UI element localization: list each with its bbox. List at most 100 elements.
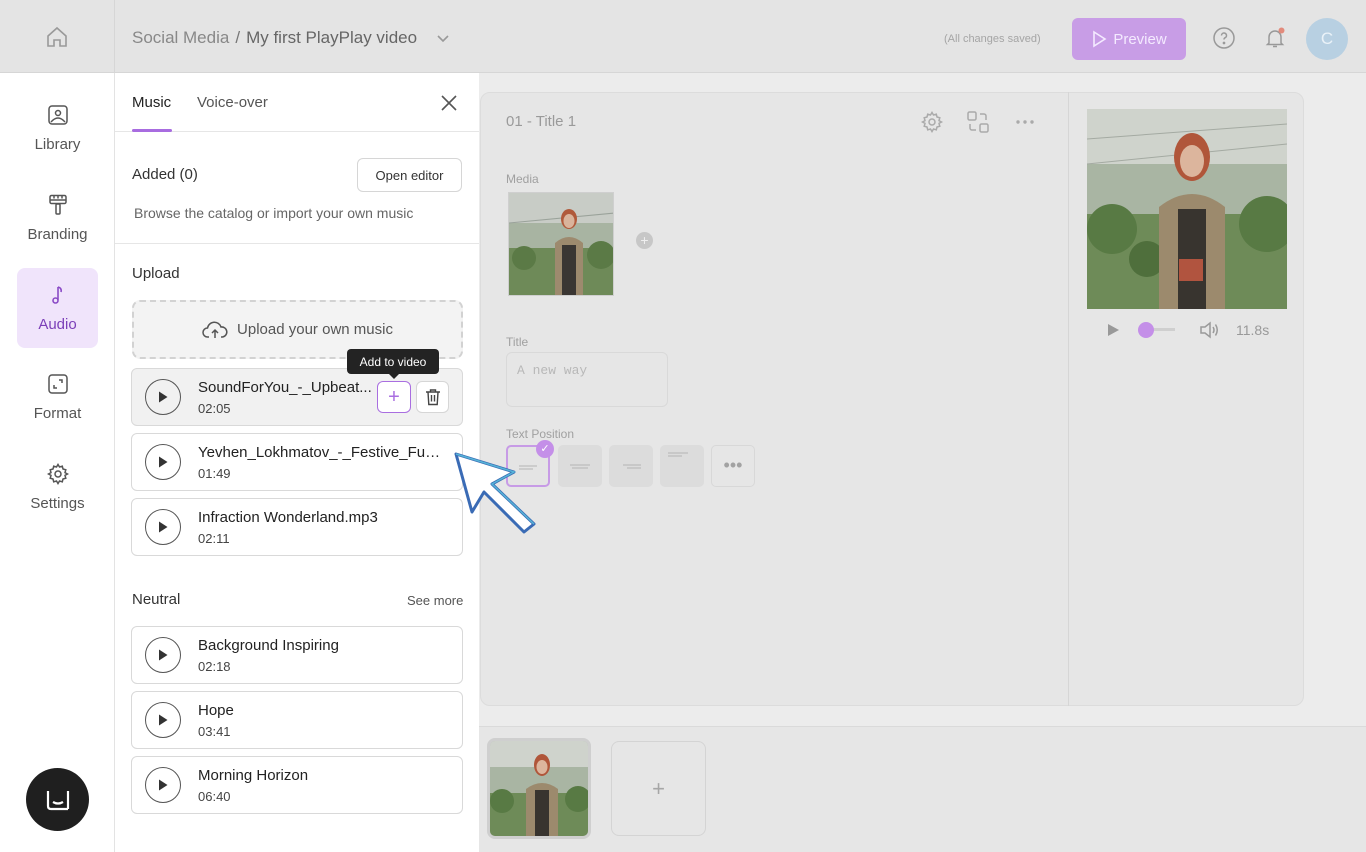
see-more-link[interactable]: See more <box>407 593 463 608</box>
avatar[interactable]: C <box>1306 18 1348 60</box>
track-duration: 06:40 <box>198 789 231 804</box>
scene-thumbnail[interactable] <box>487 738 591 839</box>
image-icon <box>47 105 68 125</box>
replace-media-icon[interactable] <box>966 110 990 134</box>
uploaded-track[interactable]: Yevhen_Lokhmatov_-_Festive_Fun.... 01:49 <box>131 433 463 491</box>
track-name: Morning Horizon <box>198 767 309 784</box>
text-position-top[interactable] <box>660 445 704 487</box>
active-tab-indicator <box>132 129 172 132</box>
close-icon[interactable] <box>439 93 459 113</box>
paint-roller-icon <box>48 194 67 215</box>
more-options-icon[interactable] <box>1013 110 1037 134</box>
track-duration: 01:49 <box>198 466 231 481</box>
play-icon <box>159 521 168 533</box>
uploaded-track[interactable]: SoundForYou_-_Upbeat... 02:05 + <box>131 368 463 426</box>
music-note-icon <box>51 286 62 304</box>
preview-button[interactable]: Preview <box>1072 18 1186 60</box>
open-editor-button[interactable]: Open editor <box>357 158 462 192</box>
nav-item-library[interactable]: Library <box>17 88 98 168</box>
top-bar: Social Media / My first PlayPlay video (… <box>0 0 1366 73</box>
audio-panel: Music Voice-over Added (0) Open editor B… <box>115 73 479 852</box>
catalog-track[interactable]: Morning Horizon 06:40 <box>131 756 463 814</box>
nav-item-settings[interactable]: Settings <box>17 447 98 527</box>
play-icon <box>1093 30 1107 48</box>
chat-icon <box>46 790 69 810</box>
delete-track-button[interactable] <box>416 381 449 413</box>
catalog-track[interactable]: Hope 03:41 <box>131 691 463 749</box>
browse-hint: Browse the catalog or import your own mu… <box>134 205 414 221</box>
text-position-center[interactable] <box>558 445 602 487</box>
play-button[interactable] <box>145 379 181 415</box>
home-button[interactable] <box>0 0 115 73</box>
chat-support-button[interactable] <box>26 768 89 831</box>
track-duration: 02:11 <box>198 531 230 546</box>
title-input[interactable]: A new way <box>506 352 668 407</box>
play-icon <box>159 456 168 468</box>
uploaded-track[interactable]: Infraction Wonderland.mp3 02:11 <box>131 498 463 556</box>
play-icon <box>159 649 168 661</box>
track-name: Hope <box>198 702 234 719</box>
upload-section-title: Upload <box>132 265 180 282</box>
track-duration: 03:41 <box>198 724 231 739</box>
resize-icon <box>47 374 68 394</box>
neutral-section-title: Neutral <box>132 591 181 608</box>
track-name: Yevhen_Lokhmatov_-_Festive_Fun.... <box>198 444 446 461</box>
chevron-down-icon[interactable] <box>433 28 453 48</box>
preview-label: Preview <box>1113 30 1167 48</box>
title-label: Title <box>506 335 529 349</box>
nav-label-format: Format <box>33 405 82 422</box>
scene-title: 01 - Title 1 <box>506 113 577 130</box>
added-count-label: Added (0) <box>132 166 198 183</box>
play-button[interactable] <box>145 509 181 545</box>
play-icon <box>159 714 168 726</box>
bell-icon[interactable] <box>1263 26 1287 50</box>
play-icon <box>159 779 168 791</box>
breadcrumb-separator: / <box>235 28 241 47</box>
play-button[interactable] <box>145 702 181 738</box>
player-time: 11.8s <box>1236 322 1270 338</box>
track-duration: 02:18 <box>198 659 231 674</box>
video-player-bar: 11.8s <box>1087 312 1287 348</box>
help-icon[interactable] <box>1212 26 1236 50</box>
breadcrumb: Social Media / My first PlayPlay video <box>132 28 453 48</box>
video-preview <box>1087 109 1287 309</box>
track-name: Background Inspiring <box>198 637 339 654</box>
volume-icon[interactable] <box>1199 320 1221 340</box>
tab-music[interactable]: Music <box>132 94 171 111</box>
pointer-cursor-icon <box>454 452 536 534</box>
greenhouse-photo-large <box>1087 109 1287 309</box>
section-divider <box>115 243 479 244</box>
progress-handle[interactable] <box>1138 322 1154 338</box>
nav-item-format[interactable]: Format <box>17 357 98 437</box>
play-button[interactable] <box>145 767 181 803</box>
play-icon <box>159 391 168 403</box>
nav-item-audio[interactable]: Audio <box>17 268 98 348</box>
add-to-video-button[interactable]: + <box>377 381 411 413</box>
align-right-icon <box>623 464 641 469</box>
greenhouse-photo-thumb <box>490 741 588 836</box>
save-status: (All changes saved) <box>944 33 1041 45</box>
cloud-upload-icon <box>202 321 228 338</box>
play-button[interactable] <box>145 637 181 673</box>
align-top-icon <box>668 452 688 457</box>
nav-label-audio: Audio <box>38 316 77 333</box>
tab-voice-over[interactable]: Voice-over <box>197 94 268 111</box>
nav-item-branding[interactable]: Branding <box>17 178 98 258</box>
nav-label-settings: Settings <box>30 495 85 512</box>
play-icon[interactable] <box>1106 323 1120 337</box>
text-position-right[interactable] <box>609 445 653 487</box>
editor-divider <box>1068 92 1069 706</box>
breadcrumb-section[interactable]: Social Media <box>132 28 229 48</box>
project-name[interactable]: My first PlayPlay video <box>246 28 417 48</box>
media-thumbnail[interactable] <box>508 192 614 296</box>
play-button[interactable] <box>145 444 181 480</box>
upload-button-label: Upload your own music <box>237 321 393 338</box>
gear-icon[interactable] <box>920 110 944 134</box>
gear-icon <box>46 463 69 485</box>
add-media-button[interactable]: + <box>636 232 653 249</box>
catalog-track[interactable]: Background Inspiring 02:18 <box>131 626 463 684</box>
text-position-more-button[interactable]: ••• <box>711 445 755 487</box>
left-nav: Library Branding Audio Format Settings <box>0 73 115 852</box>
track-name: Infraction Wonderland.mp3 <box>198 509 378 526</box>
add-scene-button[interactable]: + <box>611 741 706 836</box>
